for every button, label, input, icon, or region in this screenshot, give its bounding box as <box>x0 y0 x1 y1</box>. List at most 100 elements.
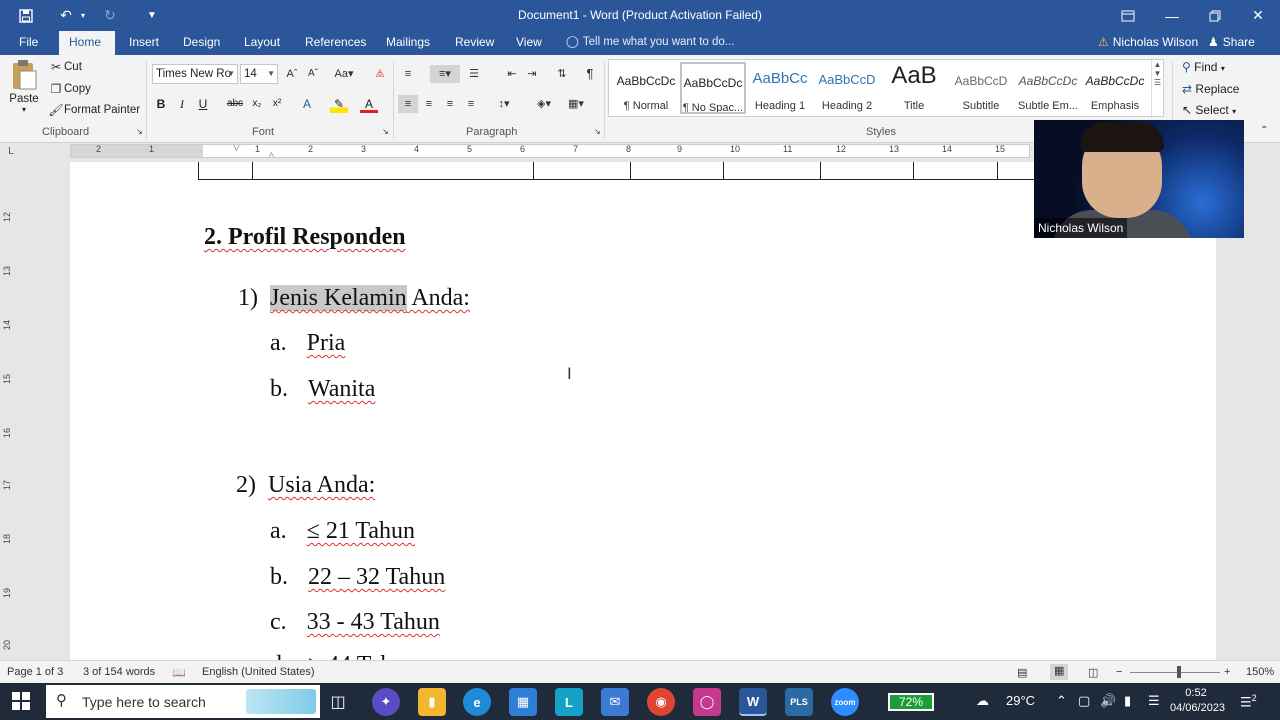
store-icon[interactable]: ▦ <box>509 688 537 716</box>
tab-home[interactable]: Home <box>59 31 115 55</box>
taskbar-search[interactable]: ⚲ Type here to search <box>46 685 320 718</box>
dialog-launcher-icon[interactable]: ↘ <box>594 127 601 136</box>
chevron-up-icon[interactable]: ⌃ <box>1056 693 1067 709</box>
wifi-icon[interactable]: ☰ <box>1148 693 1160 709</box>
chrome-icon[interactable]: ◉ <box>647 688 675 716</box>
format-painter-button[interactable]: 🖌 Format Painter <box>48 103 140 117</box>
style-emphasis[interactable]: AaBbCcDc Emphasis <box>1082 62 1148 114</box>
style-normal[interactable]: AaBbCcDc ¶ Normal <box>613 62 679 114</box>
instagram-icon[interactable]: ◯ <box>693 688 721 716</box>
tab-references[interactable]: References <box>295 31 376 55</box>
italic-icon[interactable]: I <box>173 95 191 113</box>
zoom-slider[interactable] <box>1130 672 1220 673</box>
style-subtle-emphasis[interactable]: AaBbCcDc Subtle Em... <box>1015 62 1081 114</box>
notifications-icon[interactable]: ☰2 <box>1240 693 1257 710</box>
tell-me-search[interactable]: ◯ Tell me what you want to do... <box>566 31 734 55</box>
restore-icon[interactable] <box>1193 0 1237 31</box>
font-name-combo[interactable]: Times New Ro ▼ <box>152 64 238 84</box>
tab-mailings[interactable]: Mailings <box>376 31 440 55</box>
page-count[interactable]: Page 1 of 3 <box>7 666 63 678</box>
indent-marker-icon[interactable]: ▽ <box>233 145 240 153</box>
underline-icon[interactable]: U <box>194 95 212 113</box>
ribbon-display-options-icon[interactable] <box>1106 0 1150 31</box>
proofing-icon[interactable]: 📖 <box>172 666 186 679</box>
web-layout-icon[interactable]: ◫ <box>1088 666 1098 679</box>
numbering-icon[interactable]: ≡▾ <box>430 65 460 83</box>
battery-icon[interactable]: ▮ <box>1124 693 1131 709</box>
windows-start-icon[interactable] <box>12 692 30 710</box>
tab-selector-icon[interactable]: L <box>0 143 22 160</box>
multilevel-list-icon[interactable]: ☰ <box>464 65 484 83</box>
paste-button[interactable]: Paste ▾ <box>8 59 40 121</box>
mail-icon[interactable]: ✉ <box>601 688 629 716</box>
meet-now-icon[interactable]: ▢ <box>1078 693 1090 709</box>
style-subtitle[interactable]: AaBbCcD Subtitle <box>948 62 1014 114</box>
bullets-icon[interactable]: ≡ <box>398 65 418 83</box>
tab-view[interactable]: View <box>506 31 552 55</box>
find-button[interactable]: ⚲ Find ▾ <box>1182 60 1225 74</box>
bold-icon[interactable]: B <box>152 95 170 113</box>
dialog-launcher-icon[interactable]: ↘ <box>382 127 389 136</box>
zoom-app-icon[interactable]: zoom <box>831 688 859 716</box>
select-button[interactable]: ↖ Select ▾ <box>1182 103 1236 117</box>
sort-icon[interactable]: ⇅ <box>552 65 572 83</box>
line-spacing-icon[interactable]: ↕▾ <box>490 95 518 113</box>
align-center-icon[interactable]: ≡ <box>419 95 439 113</box>
read-mode-icon[interactable]: ▤ <box>1017 666 1027 679</box>
minimize-icon[interactable]: — <box>1150 0 1194 31</box>
tab-file[interactable]: File <box>9 31 48 55</box>
grow-font-icon[interactable]: Aˆ <box>282 65 302 83</box>
tab-design[interactable]: Design <box>173 31 230 55</box>
zoom-in-icon[interactable]: + <box>1224 666 1230 678</box>
share-button[interactable]: ♟ Share <box>1208 31 1255 55</box>
close-icon[interactable]: ✕ <box>1236 0 1280 31</box>
hanging-indent-icon[interactable]: △ <box>268 150 275 157</box>
zoom-slider-thumb[interactable] <box>1177 666 1181 678</box>
zoom-out-icon[interactable]: − <box>1116 666 1122 678</box>
clock[interactable]: 0:52 04/06/2023 <box>1170 686 1225 716</box>
shrink-font-icon[interactable]: Aˇ <box>303 65 323 83</box>
shading-icon[interactable]: ◈▾ <box>530 95 558 113</box>
app-icon[interactable]: ✦ <box>372 688 400 716</box>
text-effects-icon[interactable]: A <box>298 95 316 113</box>
print-layout-icon[interactable]: ▦ <box>1050 664 1069 680</box>
justify-icon[interactable]: ≡ <box>461 95 481 113</box>
volume-icon[interactable]: 🔊 <box>1100 693 1116 709</box>
font-color-icon[interactable]: A <box>360 95 378 113</box>
user-account[interactable]: ⚠ Nicholas Wilson <box>1098 31 1198 55</box>
cut-button[interactable]: ✂ Cut <box>48 60 82 74</box>
show-formatting-icon[interactable]: ¶ <box>580 65 600 83</box>
word-count[interactable]: 3 of 154 words <box>83 666 155 678</box>
align-left-icon[interactable]: ≡ <box>398 95 418 113</box>
strikethrough-icon[interactable]: abc <box>226 95 244 113</box>
borders-icon[interactable]: ▦▾ <box>562 95 590 113</box>
weather-temp[interactable]: 29°C <box>1006 693 1035 708</box>
pls-app-icon[interactable]: PLS <box>785 688 813 716</box>
subscript-icon[interactable]: x₂ <box>248 95 266 113</box>
clear-formatting-icon[interactable]: ⧌ <box>370 65 390 83</box>
styles-scroll[interactable]: ▲ ▼ ☰ <box>1151 60 1163 116</box>
task-view-icon[interactable]: ◫ <box>324 688 352 716</box>
change-case-icon[interactable]: Aa▾ <box>331 65 357 83</box>
lucid-app-icon[interactable]: L <box>555 688 583 716</box>
horizontal-ruler[interactable]: 2 1 1 2 3 4 5 6 7 8 9 10 11 12 13 14 15 … <box>70 144 1030 158</box>
dialog-launcher-icon[interactable]: ↘ <box>136 127 143 136</box>
zoom-level[interactable]: 150% <box>1246 666 1274 678</box>
highlight-color-icon[interactable]: ✎ <box>330 95 348 113</box>
tab-layout[interactable]: Layout <box>234 31 290 55</box>
word-icon[interactable]: W <box>739 688 767 716</box>
decrease-indent-icon[interactable]: ⇤ <box>502 65 522 83</box>
style-heading-1[interactable]: AaBbCc Heading 1 <box>747 62 813 114</box>
style-title[interactable]: AaB Title <box>881 62 947 114</box>
replace-button[interactable]: ⇄ Replace <box>1182 82 1239 96</box>
tab-review[interactable]: Review <box>445 31 504 55</box>
superscript-icon[interactable]: x² <box>268 95 286 113</box>
file-explorer-icon[interactable]: ▮ <box>418 688 446 716</box>
edge-icon[interactable]: e <box>463 688 491 716</box>
collapse-ribbon-icon[interactable]: ⌃ <box>1260 125 1268 136</box>
font-size-combo[interactable]: 14 ▼ <box>240 64 278 84</box>
language[interactable]: English (United States) <box>202 666 315 678</box>
tab-insert[interactable]: Insert <box>119 31 169 55</box>
increase-indent-icon[interactable]: ⇥ <box>522 65 542 83</box>
weather-icon[interactable]: ☁ <box>976 693 989 709</box>
